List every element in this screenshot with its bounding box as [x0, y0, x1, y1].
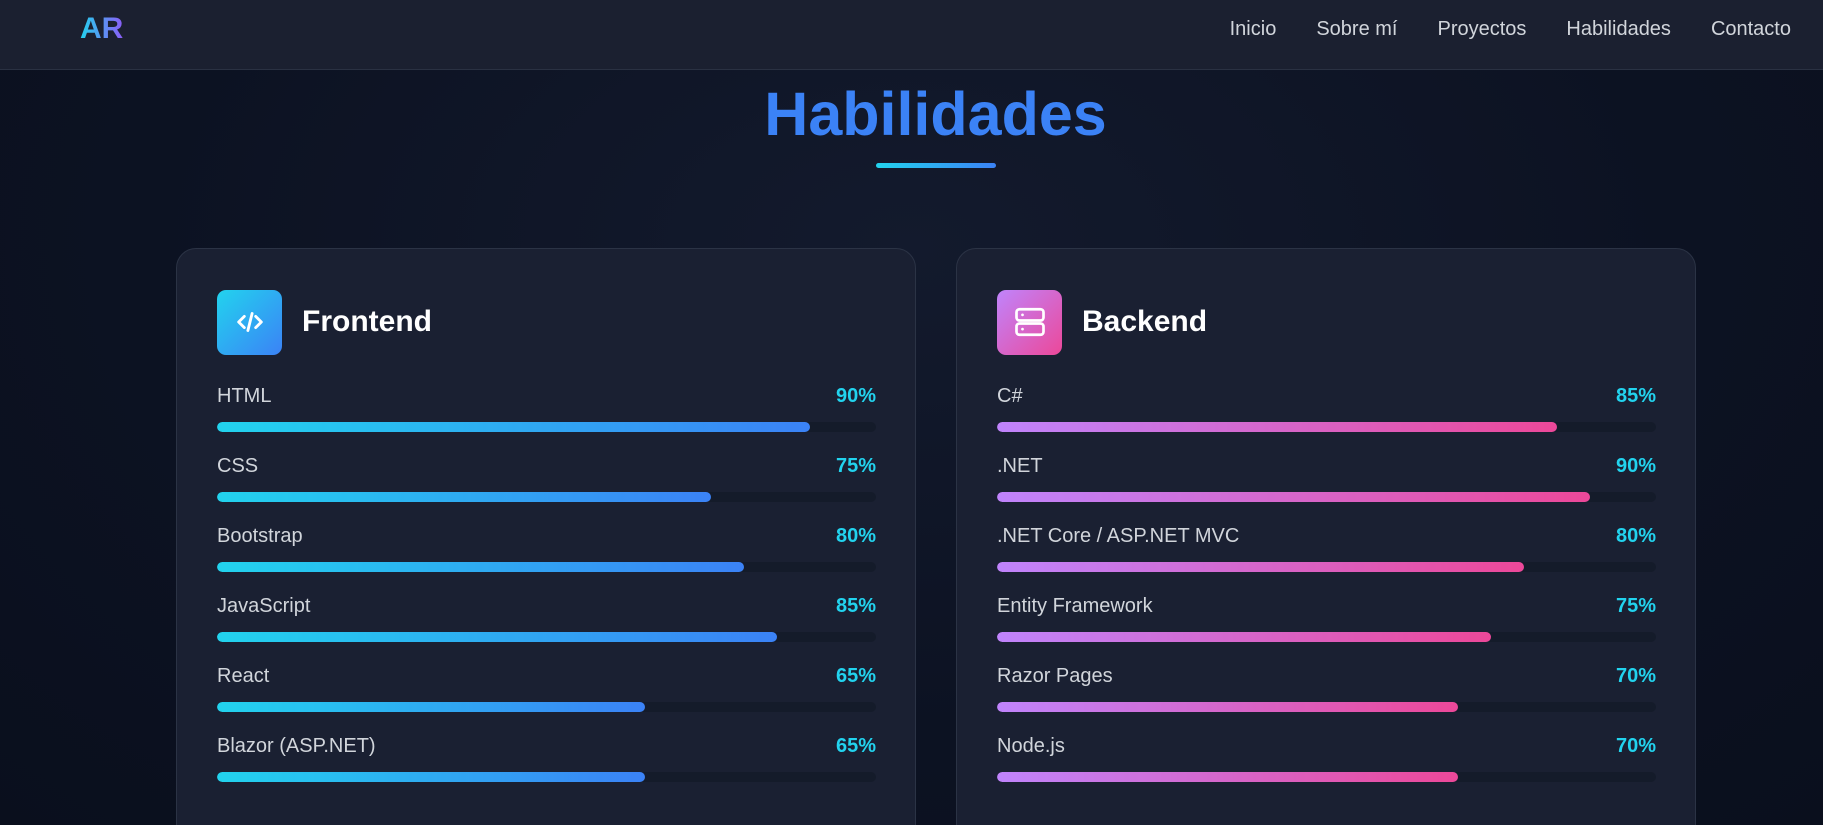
skill-item: Bootstrap 80% — [217, 525, 876, 595]
progress-fill — [217, 422, 811, 432]
nav-link-habilidades[interactable]: Habilidades — [1566, 18, 1671, 41]
progress-fill — [217, 702, 646, 712]
skill-percent: 75% — [1615, 595, 1656, 617]
progress-fill — [997, 422, 1558, 432]
skill-name: C# — [997, 385, 1023, 407]
skill-item: Node.js 70% — [997, 735, 1656, 805]
nav-link-proyectos[interactable]: Proyectos — [1437, 18, 1526, 41]
card-title: Frontend — [302, 305, 432, 338]
skill-name: Node.js — [997, 735, 1065, 757]
skill-item: JavaScript 85% — [217, 595, 876, 665]
skill-item: CSS 75% — [217, 455, 876, 525]
skill-item: HTML 90% — [217, 385, 876, 455]
skill-percent: 65% — [835, 735, 876, 757]
skill-name: CSS — [217, 455, 259, 477]
skill-name: .NET Core / ASP.NET MVC — [997, 525, 1240, 547]
progress-track — [217, 492, 876, 502]
progress-fill — [997, 632, 1492, 642]
skill-item: Blazor (ASP.NET) 65% — [217, 735, 876, 805]
frontend-card: Frontend HTML 90% CSS 75% Bootstrap 80% … — [176, 248, 916, 825]
navbar: AR Inicio Sobre mí Proyectos Habilidades… — [0, 0, 1823, 70]
skill-name: .NET — [997, 455, 1043, 477]
progress-fill — [217, 492, 712, 502]
progress-track — [217, 632, 876, 642]
nav-link-inicio[interactable]: Inicio — [1230, 18, 1277, 41]
title-underline — [876, 163, 996, 168]
progress-track — [217, 562, 876, 572]
progress-fill — [997, 772, 1459, 782]
skill-percent: 85% — [1615, 385, 1656, 407]
progress-track — [217, 702, 876, 712]
progress-track — [997, 422, 1656, 432]
skill-name: Blazor (ASP.NET) — [217, 735, 376, 757]
skill-name: JavaScript — [217, 595, 311, 617]
skill-percent: 85% — [835, 595, 876, 617]
skill-percent: 90% — [835, 385, 876, 407]
progress-track — [997, 702, 1656, 712]
progress-track — [997, 492, 1656, 502]
skill-name: HTML — [217, 385, 272, 407]
nav-links: Inicio Sobre mí Proyectos Habilidades Co… — [1230, 18, 1791, 41]
skill-percent: 75% — [835, 455, 876, 477]
progress-track — [997, 632, 1656, 642]
progress-track — [217, 772, 876, 782]
skill-name: Razor Pages — [997, 665, 1113, 687]
code-icon — [217, 289, 282, 355]
progress-fill — [217, 772, 646, 782]
logo[interactable]: AR — [80, 12, 123, 46]
skill-item: .NET 90% — [997, 455, 1656, 525]
nav-link-sobre-mi[interactable]: Sobre mí — [1316, 18, 1397, 41]
server-icon — [997, 289, 1062, 355]
backend-card: Backend C# 85% .NET 90% .NET Core / ASP.… — [956, 248, 1696, 825]
progress-track — [997, 772, 1656, 782]
skill-percent: 65% — [835, 665, 876, 687]
skill-percent: 70% — [1615, 665, 1656, 687]
card-header: Backend — [997, 289, 1207, 355]
skills-list: C# 85% .NET 90% .NET Core / ASP.NET MVC … — [997, 385, 1656, 805]
nav-link-contacto[interactable]: Contacto — [1711, 18, 1791, 41]
skill-percent: 70% — [1615, 735, 1656, 757]
skill-percent: 80% — [1615, 525, 1656, 547]
page: AR Inicio Sobre mí Proyectos Habilidades… — [0, 0, 1823, 825]
skill-name: Entity Framework — [997, 595, 1153, 617]
skill-percent: 90% — [1615, 455, 1656, 477]
progress-track — [217, 422, 876, 432]
skill-item: C# 85% — [997, 385, 1656, 455]
progress-fill — [217, 632, 778, 642]
progress-fill — [217, 562, 745, 572]
skill-item: React 65% — [217, 665, 876, 735]
skill-item: Entity Framework 75% — [997, 595, 1656, 665]
card-header: Frontend — [217, 289, 432, 355]
progress-track — [997, 562, 1656, 572]
skill-name: React — [217, 665, 270, 687]
skill-name: Bootstrap — [217, 525, 303, 547]
skill-item: Razor Pages 70% — [997, 665, 1656, 735]
skills-list: HTML 90% CSS 75% Bootstrap 80% JavaScrip… — [217, 385, 876, 805]
progress-fill — [997, 492, 1591, 502]
card-title: Backend — [1082, 305, 1208, 338]
progress-fill — [997, 702, 1459, 712]
section-title: Habilidades — [0, 78, 1823, 150]
skill-percent: 80% — [835, 525, 876, 547]
skill-item: .NET Core / ASP.NET MVC 80% — [997, 525, 1656, 595]
progress-fill — [997, 562, 1525, 572]
